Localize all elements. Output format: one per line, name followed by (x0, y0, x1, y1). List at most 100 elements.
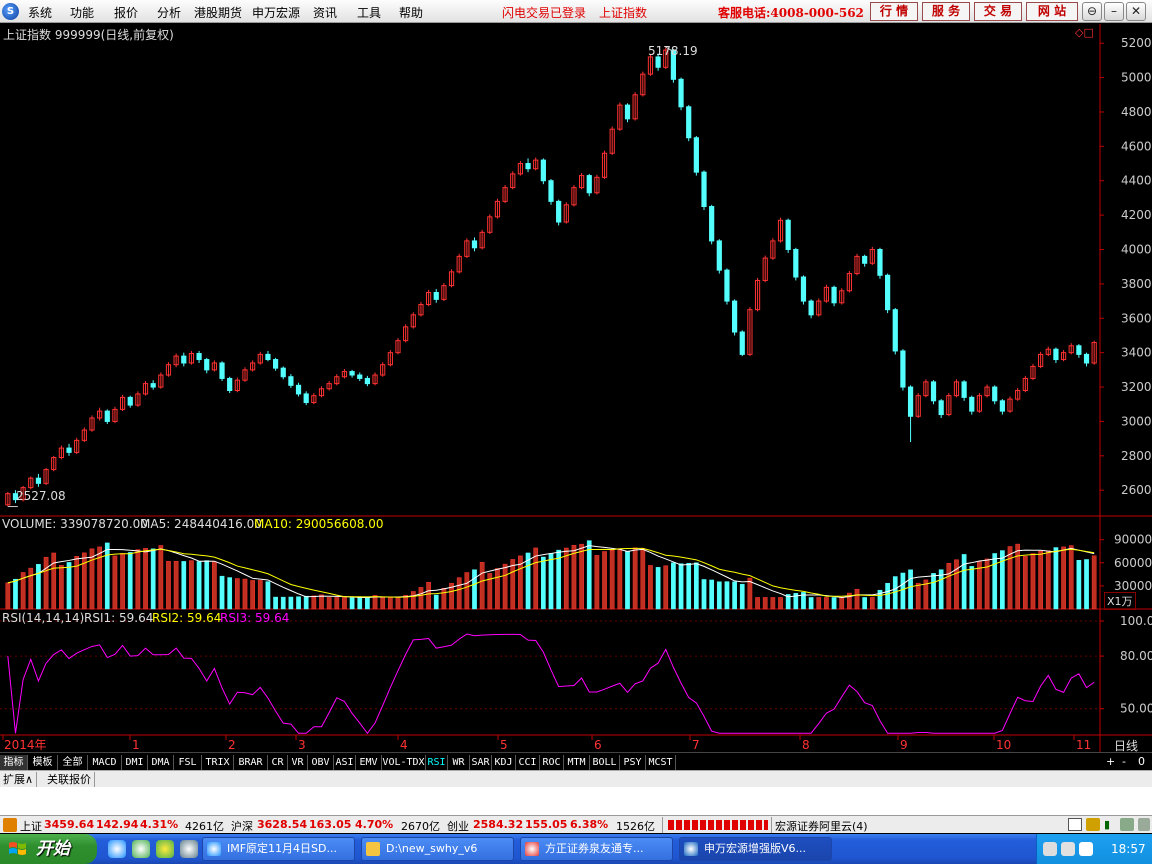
indicator-tab[interactable]: ASI (334, 755, 356, 770)
expand-tab[interactable]: 扩展∧ (0, 772, 38, 787)
time-axis-label: 3 (298, 738, 306, 752)
price-tick-label: 3800 (1121, 277, 1152, 291)
indicator-tab[interactable]: 指标 (0, 755, 28, 770)
server-name[interactable]: 宏源证券阿里云(4) (775, 818, 868, 834)
current-symbol: 上证指数 (599, 6, 648, 20)
kline-chart[interactable]: 5200 5000 4800 4600 4400 4200 4000 3800 3600 3400… (0, 24, 1152, 752)
ie-icon[interactable] (108, 840, 126, 858)
task-imf[interactable]: IMF原定11月4日SD... (202, 837, 355, 861)
chart-tool-icon[interactable]: ◇□ (1075, 26, 1094, 39)
menu-system[interactable]: 系统 (28, 4, 52, 21)
candle-body (716, 240, 722, 271)
indicator-tab[interactable]: CR (268, 755, 288, 770)
nav-website-button[interactable]: 网 站 (1026, 2, 1078, 21)
candle-body (303, 393, 309, 404)
candle-body (938, 400, 944, 416)
signal-icon[interactable]: ▮ (1104, 818, 1110, 831)
indicator-tab[interactable]: ROC (540, 755, 564, 770)
indicator-tab[interactable]: BRAR (234, 755, 268, 770)
nav-market-button[interactable]: 行 情 (870, 2, 918, 21)
volume-bar (502, 563, 508, 610)
indicator-tab[interactable]: DMA (148, 755, 174, 770)
time-axis-label: 4 (400, 738, 408, 752)
indicator-tab[interactable]: OBV (308, 755, 334, 770)
candle-body (219, 362, 225, 379)
nav-service-button[interactable]: 服 务 (922, 2, 970, 21)
back-icon[interactable]: ⊖ (1082, 2, 1102, 21)
task-founder[interactable]: 方正证券泉友通专... (520, 837, 673, 861)
indicator-tab[interactable]: SAR (470, 755, 492, 770)
taskbar: 开始 IMF原定11月4日SD... D:\new_swhy_v6 方正证券泉友… (0, 834, 1152, 864)
lock-icon[interactable] (1086, 818, 1100, 831)
volume-bar (839, 597, 845, 610)
indicator-tab[interactable]: 全部 (58, 755, 88, 770)
window-icon[interactable] (1068, 818, 1082, 831)
indicator-tab[interactable]: PSY (620, 755, 646, 770)
zoom-control-button[interactable]: + (1106, 755, 1115, 768)
indicator-tab[interactable]: VOL-TDX (382, 755, 426, 770)
candle-body (992, 386, 998, 402)
volume-bar (1022, 556, 1028, 610)
indicator-tab[interactable]: WR (448, 755, 470, 770)
volume-bar (701, 579, 707, 610)
menu-swhy[interactable]: 申万宏源 (252, 4, 300, 21)
menu-help[interactable]: 帮助 (399, 4, 423, 21)
menu-hk-futures[interactable]: 港股期货 (194, 4, 242, 21)
cy-amount: 1526亿 (616, 820, 655, 833)
volume-bar (303, 595, 309, 610)
menu-quotes[interactable]: 报价 (114, 4, 138, 21)
indicator-tab[interactable]: 模板 (28, 755, 58, 770)
hs-change: 163.05 (309, 818, 352, 831)
volume-bar (250, 580, 255, 610)
keyboard-icon[interactable] (1043, 842, 1057, 856)
volume-tray-icon[interactable] (1079, 842, 1093, 856)
network-icon[interactable] (1120, 818, 1134, 831)
menu-analysis[interactable]: 分析 (157, 4, 181, 21)
start-button[interactable]: 开始 (0, 834, 97, 864)
close-icon[interactable]: ✕ (1126, 2, 1146, 21)
candle-body (556, 200, 562, 223)
network-tray-icon[interactable] (1061, 842, 1075, 856)
volume-bar (319, 594, 324, 610)
zoom-control-button[interactable]: 0 (1138, 755, 1145, 768)
indicator-tab[interactable]: KDJ (492, 755, 516, 770)
volume-bar (632, 547, 638, 610)
media-icon[interactable] (156, 840, 174, 858)
volume-bar (120, 553, 125, 610)
volume-bar (716, 581, 722, 610)
candle-body (900, 350, 906, 388)
indicator-tab[interactable]: BOLL (590, 755, 620, 770)
indicator-tab[interactable]: MACD (88, 755, 122, 770)
indicator-tab[interactable]: DMI (122, 755, 148, 770)
minimize-icon[interactable]: – (1104, 2, 1124, 21)
desktop-icon[interactable] (180, 840, 198, 858)
cy-change: 155.05 (525, 818, 568, 831)
indicator-tab[interactable]: EMV (356, 755, 382, 770)
indicator-tab[interactable]: TRIX (202, 755, 234, 770)
indicator-tab[interactable]: FSL (174, 755, 202, 770)
menu-tools[interactable]: 工具 (357, 4, 381, 21)
market-status-icon[interactable] (3, 818, 17, 832)
browser-icon[interactable] (132, 840, 150, 858)
volume-tick-label: 90000 (1114, 533, 1152, 547)
menu-news[interactable]: 资讯 (313, 4, 337, 21)
volume-bar (189, 560, 194, 610)
task-folder[interactable]: D:\new_swhy_v6 (361, 837, 514, 861)
indicator-tab[interactable]: VR (288, 755, 308, 770)
folder-icon (366, 842, 380, 856)
extension-panel (0, 787, 1152, 815)
indicator-tab[interactable]: MCST (646, 755, 676, 770)
sound-icon[interactable] (1138, 818, 1150, 831)
high-price-label: 5178.19 (648, 44, 698, 58)
chart-area[interactable]: 5200 5000 4800 4600 4400 4200 4000 3800 3600 3400… (0, 24, 1152, 770)
related-quotes-tab[interactable]: 关联报价 (44, 772, 95, 787)
menu-function[interactable]: 功能 (70, 4, 94, 21)
app-logo-icon[interactable]: S (2, 3, 19, 20)
indicator-tab[interactable]: CCI (516, 755, 540, 770)
volume-bar (234, 578, 240, 610)
task-swhy[interactable]: 申万宏源增强版V6... (679, 837, 832, 861)
zoom-control-button[interactable]: - (1122, 755, 1126, 768)
indicator-tab[interactable]: MTM (564, 755, 590, 770)
nav-trade-button[interactable]: 交 易 (974, 2, 1022, 21)
indicator-tab[interactable]: RSI (426, 755, 448, 770)
